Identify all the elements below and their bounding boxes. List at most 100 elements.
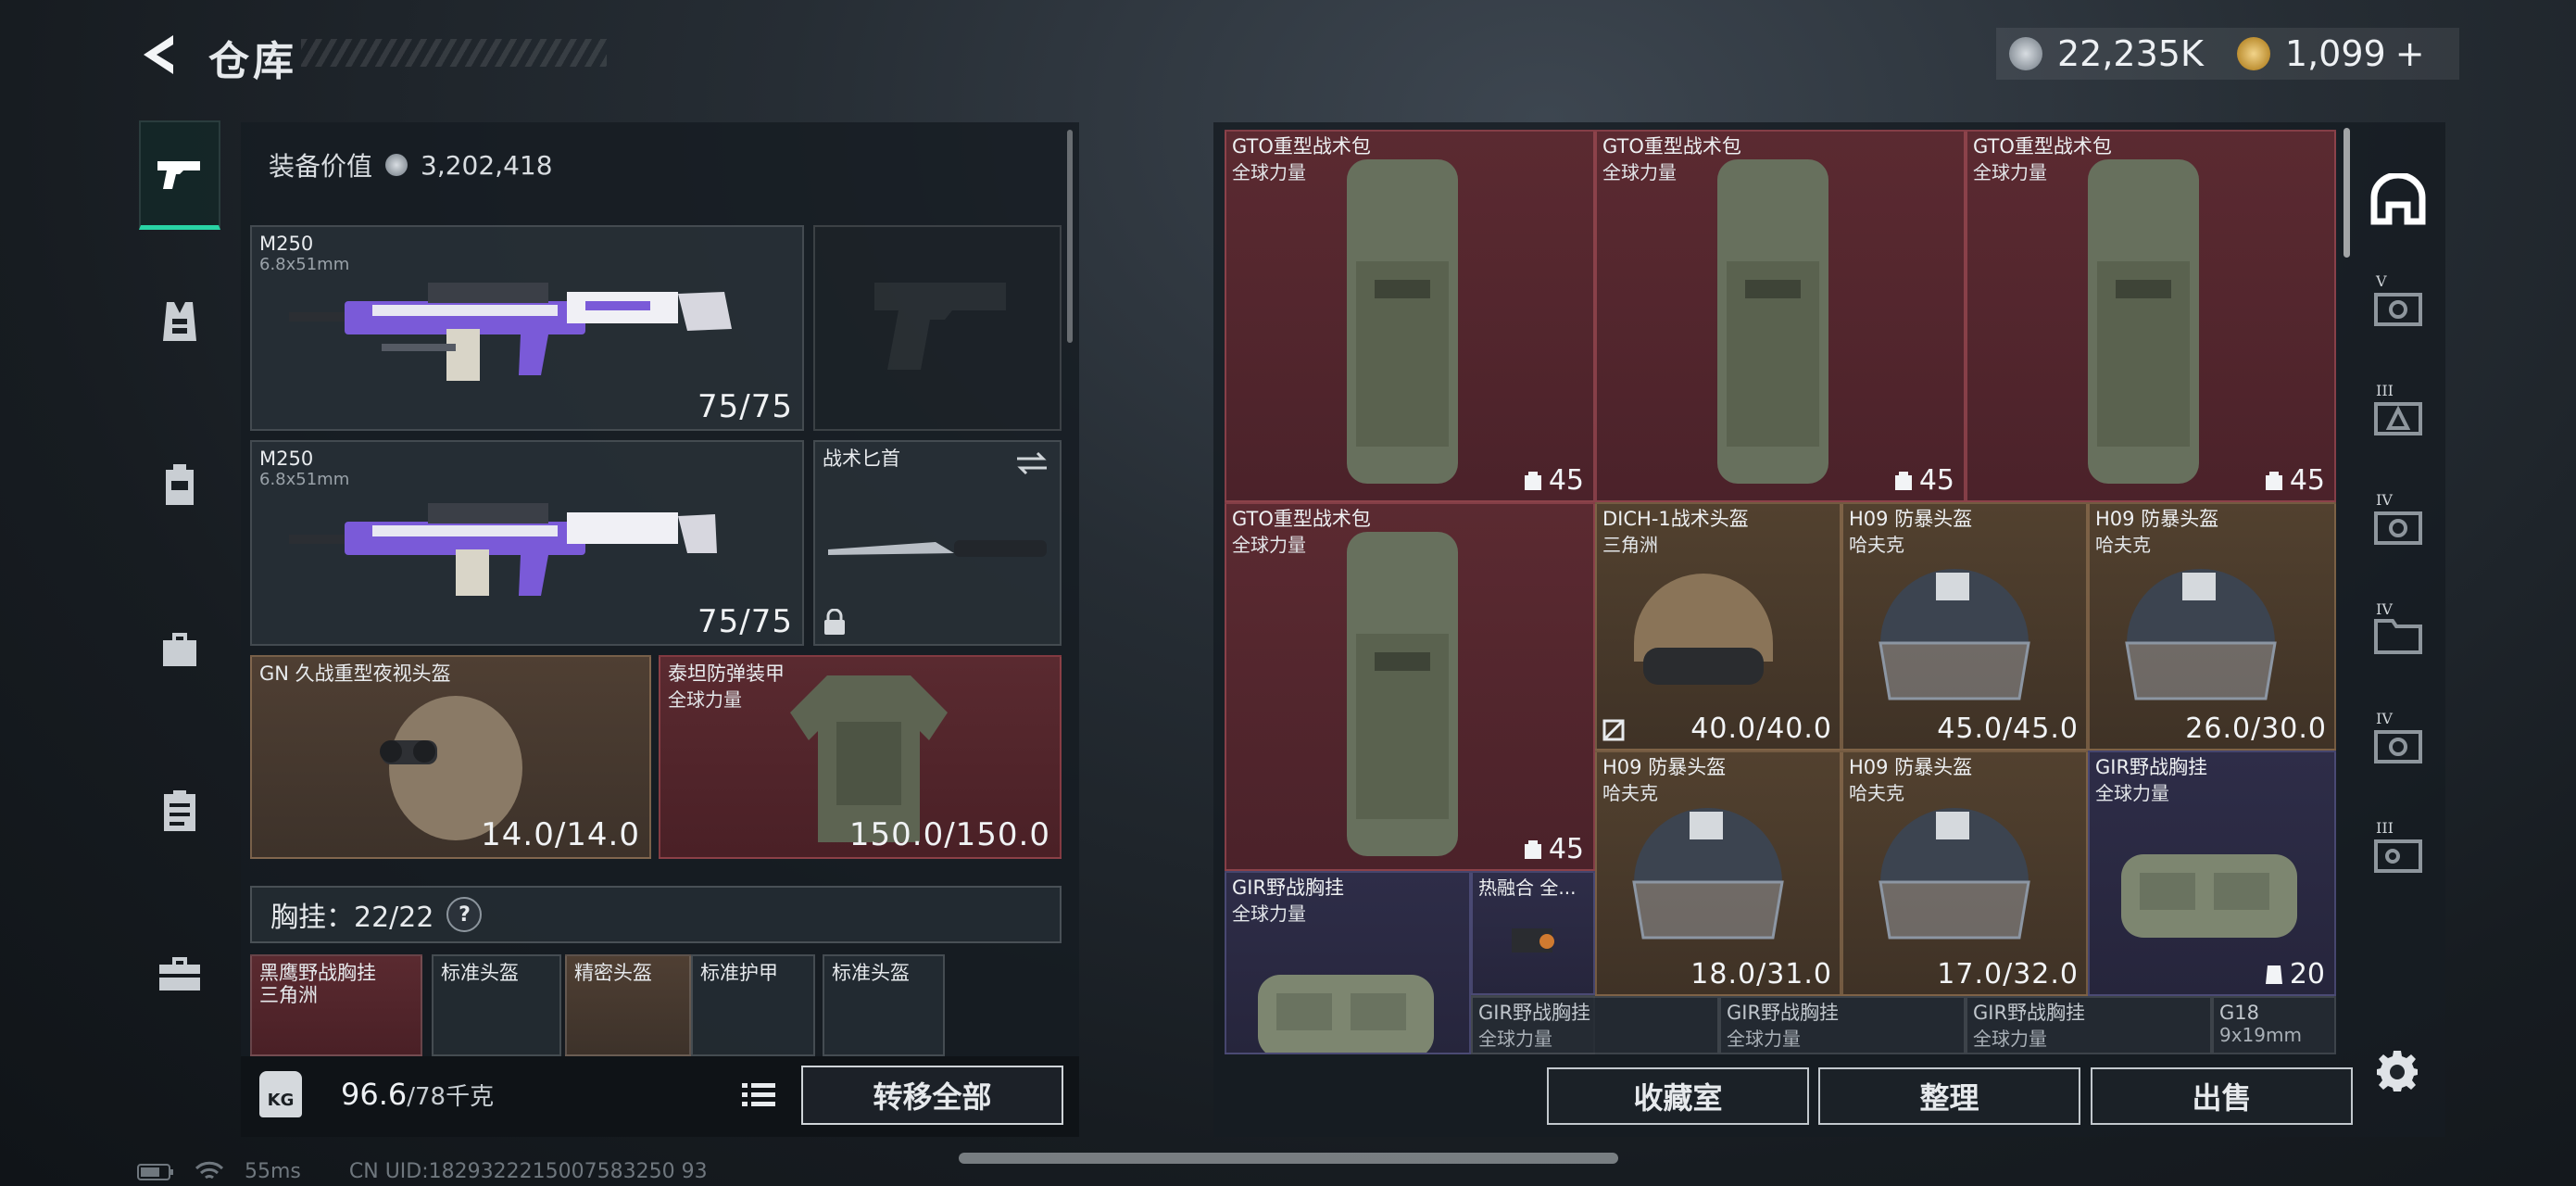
stash-item-helmet[interactable]: H09 防暴头盔 哈夫克 17.0/32.0 <box>1841 751 2088 996</box>
back-button[interactable] <box>130 26 185 83</box>
pistol-icon <box>157 160 200 189</box>
collection-room-button[interactable]: 收藏室 <box>1547 1067 1809 1125</box>
stash-page-tab[interactable]: IV <box>2357 469 2439 578</box>
help-icon[interactable]: ? <box>446 897 483 932</box>
item-capacity: 45 <box>1893 464 1954 497</box>
item-capacity: 45 <box>2264 464 2325 497</box>
silver-coin-icon <box>385 154 408 176</box>
item-name: 热融合 全... <box>1478 877 1577 899</box>
stash-page-nav: V III IV IV IV III <box>2357 148 2441 906</box>
home-indicator[interactable] <box>959 1153 1618 1164</box>
swap-icon[interactable] <box>1015 449 1049 477</box>
item-brand: 全球力量 <box>1602 161 1677 183</box>
tab-level: III <box>2376 382 2394 399</box>
stash-page-tab[interactable]: IV <box>2357 688 2439 797</box>
status-bar: 55ms CN UID:1829322215007583250 93 <box>137 1160 708 1183</box>
currency-bar: 22,235K 1,099 + <box>1996 28 2459 80</box>
nav-toolbox[interactable] <box>139 919 220 1028</box>
chest-item[interactable]: 黑鹰野战胸挂 三角洲 <box>250 954 422 1056</box>
primary-weapon-slot[interactable]: M250 6.8x51mm 75/75 <box>250 225 804 431</box>
stash-page-tab[interactable]: IV <box>2357 578 2439 688</box>
item-name: 标准头盔 <box>441 962 519 984</box>
item-capacity-value: 45 <box>2289 464 2325 497</box>
carry-weight: 96.6/78千克 <box>341 1077 494 1112</box>
item-durability: 18.0/31.0 <box>1690 958 1832 990</box>
secondary-weapon-slot[interactable]: M250 6.8x51mm 75/75 <box>250 440 804 646</box>
item-caliber: 9x19mm <box>2219 1024 2302 1046</box>
stash-scrollbar[interactable] <box>2344 128 2350 258</box>
stash-item-helmet[interactable]: H09 防暴头盔 哈夫克 18.0/31.0 <box>1595 751 1841 996</box>
stash-item-backpack[interactable]: GTO重型战术包 全球力量 45 <box>1966 130 2336 502</box>
armor-name: 泰坦防弹装甲 <box>668 662 785 685</box>
add-currency-button[interactable]: + <box>2395 33 2425 74</box>
transfer-all-button[interactable]: 转移全部 <box>801 1066 1063 1125</box>
item-brand: 全球力量 <box>1232 161 1306 183</box>
ping-value: 55ms <box>245 1160 301 1183</box>
riot-helmet-image <box>1879 808 2030 940</box>
equipment-value-amount: 3,202,418 <box>421 149 553 181</box>
tab-level: IV <box>2376 600 2393 618</box>
stash-item-pistol[interactable]: G18 9x19mm <box>2212 996 2336 1054</box>
stash-item-helmet[interactable]: DICH-1战术头盔 三角洲 40.0/40.0 <box>1595 502 1841 751</box>
backpack-icon <box>166 464 194 505</box>
stash-item-chest-rig[interactable]: GIR野战胸挂 全球力量 <box>1225 871 1471 1054</box>
item-durability: 45.0/45.0 <box>1937 713 2079 745</box>
item-capacity: 45 <box>1523 464 1584 497</box>
no-repair-icon <box>1602 719 1625 741</box>
knife-slot[interactable]: 战术匕首 <box>813 440 1062 646</box>
nav-clipboard[interactable] <box>139 756 220 865</box>
stash-item-helmet[interactable]: H09 防暴头盔 哈夫克 26.0/30.0 <box>2088 502 2336 751</box>
stash-item-chest-rig[interactable]: GIR野战胸挂 全球力量 <box>1471 996 1719 1054</box>
weapon-durability: 75/75 <box>697 388 793 425</box>
item-durability: 17.0/32.0 <box>1937 958 2079 990</box>
item-name: GIR野战胸挂 <box>1478 1002 1591 1024</box>
stash-page-main[interactable] <box>2357 148 2439 250</box>
equipment-value: 装备价值 3,202,418 <box>269 146 553 183</box>
tab-level: IV <box>2376 710 2393 727</box>
bag-icon <box>163 633 196 666</box>
stash-page-tab[interactable]: III <box>2357 797 2439 906</box>
silver-coin-icon <box>2009 37 2042 70</box>
nav-weapons[interactable] <box>139 120 220 230</box>
stash-item-chest-rig[interactable]: GIR野战胸挂 全球力量 <box>1966 996 2212 1054</box>
chest-item[interactable]: 精密头盔 <box>565 954 691 1056</box>
armor-slot[interactable]: 泰坦防弹装甲 全球力量 150.0/150.0 <box>659 655 1062 859</box>
battery-icon <box>137 1163 173 1180</box>
gold-currency-value: 1,099 <box>2284 33 2386 74</box>
nav-bag[interactable] <box>139 593 220 702</box>
weapon-name: M250 <box>259 448 314 470</box>
stash-page-tab[interactable]: III <box>2357 360 2439 469</box>
chest-rig-image <box>2121 854 2297 938</box>
nav-backpack[interactable] <box>139 430 220 539</box>
pistol-slot-empty[interactable] <box>813 225 1062 431</box>
stash-item-helmet[interactable]: H09 防暴头盔 哈夫克 45.0/45.0 <box>1841 502 2088 751</box>
chest-item[interactable]: 标准护甲 <box>691 954 815 1056</box>
settings-button[interactable] <box>2373 1047 2421 1095</box>
item-capacity: 45 <box>1523 833 1584 865</box>
machine-gun-image <box>289 503 717 596</box>
backpack-image <box>1717 159 1828 484</box>
stash-item-chest-rig[interactable]: GIR野战胸挂 全球力量 20 <box>2088 751 2336 996</box>
stash-item-backpack[interactable]: GTO重型战术包 全球力量 45 <box>1595 130 1966 502</box>
pistol-silhouette-icon <box>874 283 1006 370</box>
back-arrow-icon <box>144 35 173 74</box>
stash-item-thermal-scope[interactable]: 热融合 全... <box>1471 871 1595 995</box>
item-capacity-value: 45 <box>1548 833 1584 865</box>
sort-button[interactable]: 整理 <box>1818 1067 2080 1125</box>
capacity-icon <box>1524 471 1541 490</box>
item-durability: 26.0/30.0 <box>2185 713 2327 745</box>
stash-page-tab[interactable]: V <box>2357 250 2439 360</box>
nav-vest[interactable] <box>139 267 220 376</box>
stash-item-backpack[interactable]: GTO重型战术包 全球力量 45 <box>1225 130 1595 502</box>
stash-item-chest-rig[interactable]: GIR野战胸挂 全球力量 <box>1719 996 1966 1054</box>
stash-item-backpack[interactable]: GTO重型战术包 全球力量 45 <box>1225 502 1595 871</box>
list-view-button[interactable] <box>735 1067 783 1123</box>
loadout-scrollbar[interactable] <box>1067 130 1073 343</box>
sell-button[interactable]: 出售 <box>2091 1067 2353 1125</box>
helmet-slot[interactable]: GN 久战重型夜视头盔 14.0/14.0 <box>250 655 651 859</box>
backpack-image <box>1347 159 1458 484</box>
item-name: 精密头盔 <box>574 962 652 984</box>
item-brand: 三角洲 <box>259 984 318 1006</box>
chest-item[interactable]: 标准头盔 <box>432 954 561 1056</box>
chest-item[interactable]: 标准头盔 <box>823 954 945 1056</box>
